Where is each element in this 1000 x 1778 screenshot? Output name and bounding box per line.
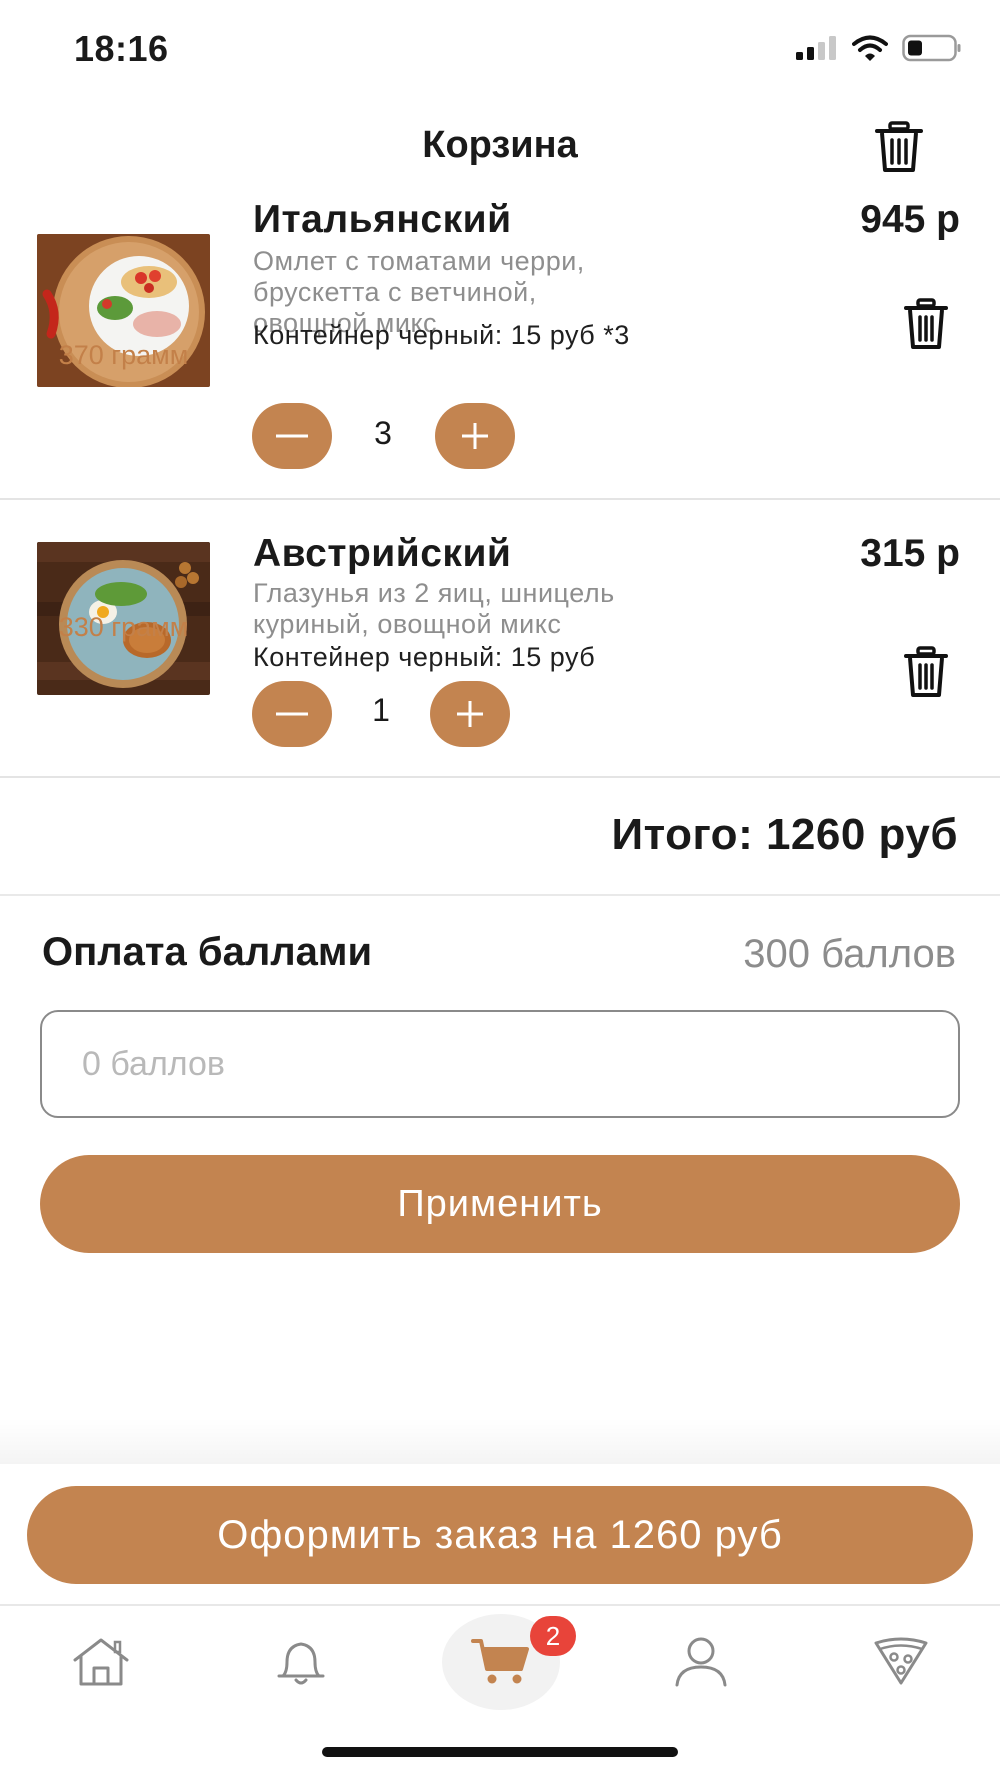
item-name: Австрийский xyxy=(253,532,512,575)
plus-icon xyxy=(462,423,488,449)
points-input[interactable] xyxy=(40,1010,960,1118)
cart-count-badge: 2 xyxy=(530,1616,576,1656)
minus-icon xyxy=(276,712,308,716)
increase-quantity-button[interactable] xyxy=(430,681,510,747)
item-description: Глазунья из 2 яиц, шницель куриный, овощ… xyxy=(253,578,615,639)
apply-points-button[interactable]: Применить xyxy=(40,1155,960,1253)
item-weight: 330 грамм xyxy=(58,612,189,642)
wifi-icon xyxy=(852,35,888,61)
item-container-fee: Контейнер черный: 15 руб xyxy=(253,642,596,672)
item-name: Итальянский xyxy=(253,198,512,241)
home-icon xyxy=(73,1638,129,1686)
tab-bar: 2 xyxy=(0,1606,1000,1718)
tab-menu[interactable] xyxy=(841,1606,961,1718)
quantity-value: 1 xyxy=(372,692,390,728)
tab-home[interactable] xyxy=(41,1606,161,1718)
tab-notifications[interactable] xyxy=(241,1606,361,1718)
status-bar: 18:16 xyxy=(0,0,1000,100)
remove-item-trash-icon[interactable] xyxy=(902,646,950,698)
cart-item: 370 грамм Итальянский Омлет с томатами ч… xyxy=(0,198,1000,500)
page-title: Корзина xyxy=(422,124,578,166)
minus-icon xyxy=(276,434,308,438)
header: Корзина xyxy=(0,100,1000,192)
item-price: 315 р xyxy=(860,532,960,575)
profile-icon xyxy=(675,1637,727,1687)
increase-quantity-button[interactable] xyxy=(435,403,515,469)
item-container-fee: Контейнер черный: 15 руб *3 xyxy=(253,320,630,350)
signal-icon xyxy=(796,36,836,60)
quantity-value: 3 xyxy=(374,415,392,451)
total-row: Итого: 1260 руб xyxy=(0,778,1000,896)
checkout-button[interactable]: Оформить заказ на 1260 руб xyxy=(27,1486,973,1584)
clear-cart-trash-icon[interactable] xyxy=(872,120,926,174)
cart-item: 330 грамм Австрийский Глазунья из 2 яиц,… xyxy=(0,500,1000,778)
battery-icon xyxy=(902,34,961,62)
remove-item-trash-icon[interactable] xyxy=(902,298,950,350)
points-balance: 300 баллов xyxy=(743,932,956,976)
item-weight: 370 грамм xyxy=(58,340,189,370)
item-price: 945 р xyxy=(860,198,960,241)
decrease-quantity-button[interactable] xyxy=(252,403,332,469)
points-payment-label: Оплата баллами xyxy=(42,930,373,974)
bell-icon xyxy=(277,1642,325,1685)
checkout-shadow xyxy=(0,1418,1000,1464)
cart-icon xyxy=(471,1639,529,1684)
decrease-quantity-button[interactable] xyxy=(252,681,332,747)
status-icons xyxy=(796,34,962,62)
status-time: 18:16 xyxy=(74,28,169,69)
home-indicator xyxy=(322,1747,678,1757)
order-total: Итого: 1260 руб xyxy=(611,810,958,859)
pizza-icon xyxy=(874,1637,928,1685)
tab-profile[interactable] xyxy=(641,1606,761,1718)
plus-icon xyxy=(457,701,483,727)
